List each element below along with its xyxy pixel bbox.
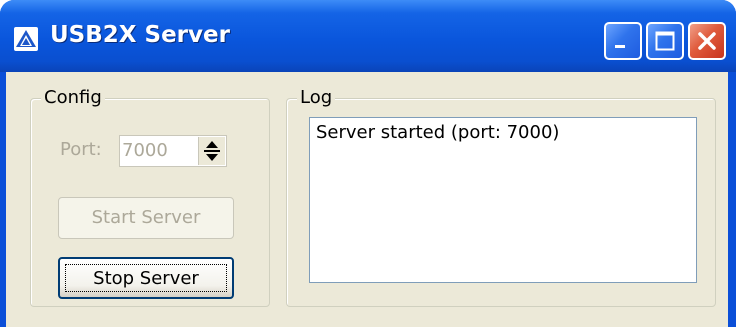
- port-field: 7000: [119, 135, 227, 167]
- maximize-icon: [655, 31, 675, 51]
- config-legend: Config: [41, 87, 105, 108]
- log-legend: Log: [297, 87, 336, 108]
- stop-server-label: Stop Server: [65, 264, 227, 292]
- spinner-arrows-icon: [204, 141, 220, 161]
- client-area: Config Port: 7000 Start Server Stop Serv…: [6, 72, 728, 327]
- stop-server-button[interactable]: Stop Server: [58, 257, 234, 299]
- log-groupbox: Log Server started (port: 7000): [286, 87, 716, 307]
- port-spinner: [198, 137, 225, 165]
- close-icon: [698, 32, 716, 50]
- log-textarea[interactable]: Server started (port: 7000): [309, 117, 697, 283]
- maximize-button[interactable]: [646, 22, 684, 60]
- log-line: Server started (port: 7000): [316, 122, 560, 143]
- window-title: USB2X Server: [50, 22, 230, 48]
- minimize-icon: [615, 45, 625, 48]
- minimize-button[interactable]: [604, 22, 642, 60]
- port-label: Port:: [60, 139, 102, 160]
- port-value: 7000: [122, 140, 168, 161]
- title-bar[interactable]: USB2X Server: [0, 0, 736, 72]
- app-logo-icon: [14, 27, 38, 51]
- config-groupbox: Config Port: 7000 Start Server Stop Serv…: [30, 87, 270, 307]
- app-window: USB2X Server Config Port: 7000 Start Ser…: [0, 0, 736, 327]
- start-server-button: Start Server: [58, 197, 234, 239]
- close-button[interactable]: [688, 22, 726, 60]
